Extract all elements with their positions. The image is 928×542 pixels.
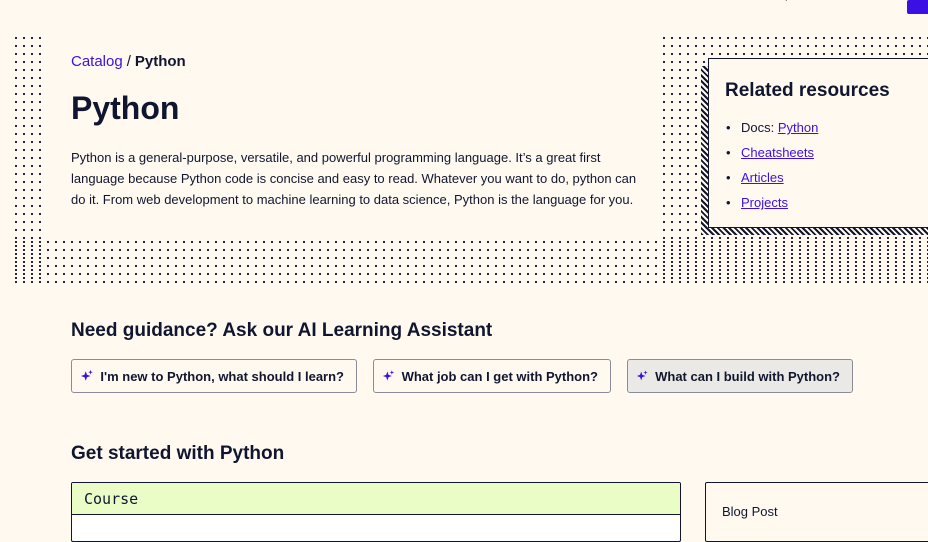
blog-post-type-label: Blog Post [722,504,778,519]
ai-prompt-label: What can I build with Python? [655,368,840,384]
ai-guidance-heading: Need guidance? Ask our AI Learning Assis… [71,320,493,341]
breadcrumb: Catalog / Python [71,53,186,71]
resource-projects-link[interactable]: Projects [741,195,788,210]
course-card[interactable]: Course [71,482,681,542]
ai-prompt-label: What job can I get with Python? [401,368,598,384]
sparkle-icon [80,369,93,381]
top-navigation [0,0,928,14]
ai-prompt-job[interactable]: What job can I get with Python? [373,359,611,393]
resource-articles-link[interactable]: Articles [741,170,784,185]
related-resources-heading: Related resources [725,80,890,101]
related-resources-panel: Related resources Docs: Python Cheatshee… [708,58,928,228]
resource-item-articles: Articles [725,165,818,190]
sparkle-icon [636,370,648,381]
ai-prompt-new-to-python[interactable]: I'm new to Python, what should I learn? [71,359,357,393]
breadcrumb-separator: / [126,53,131,70]
get-started-heading: Get started with Python [71,443,285,464]
search-icon[interactable] [760,0,790,8]
page-title: Python [71,90,180,126]
breadcrumb-catalog-link[interactable]: Catalog [71,53,123,70]
breadcrumb-current: Python [134,53,186,70]
page-description: Python is a general-purpose, versatile, … [71,150,637,207]
resource-item-cheatsheets: Cheatsheets [725,140,818,165]
resource-item-docs: Docs: Python [725,115,818,140]
resource-docs-prefix: Docs: [741,120,778,135]
ai-prompt-label: I'm new to Python, what should I learn? [100,368,344,384]
resource-cheatsheets-link[interactable]: Cheatsheets [741,145,814,160]
resource-docs-python-link[interactable]: Python [778,120,818,135]
nav-cta-button[interactable] [907,0,928,14]
sparkle-icon [382,370,395,381]
ai-prompt-build[interactable]: What can I build with Python? [627,359,853,393]
course-type-label: Course [72,483,680,515]
resource-item-projects: Projects [725,190,818,215]
related-resources-list: Docs: Python Cheatsheets Articles Projec… [725,115,818,215]
blog-post-card[interactable]: Blog Post [705,482,928,542]
